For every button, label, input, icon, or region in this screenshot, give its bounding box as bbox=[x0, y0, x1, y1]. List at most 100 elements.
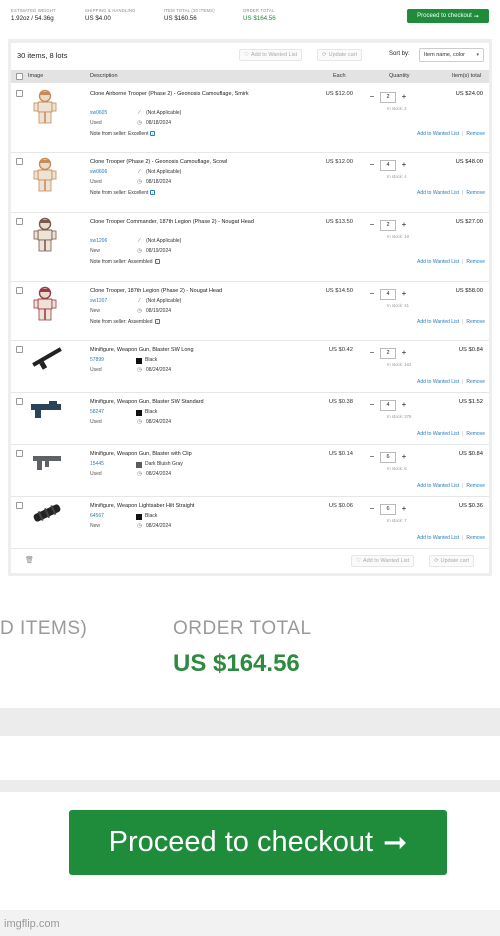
quantity-input[interactable]: 4 bbox=[380, 288, 396, 300]
update-cart-button[interactable]: ⟳ Update cart bbox=[317, 49, 363, 61]
item-meta: sw1206 New bbox=[90, 237, 107, 256]
item-image[interactable] bbox=[31, 157, 59, 193]
add-to-wanted-list-link[interactable]: Add to Wanted List bbox=[417, 379, 459, 385]
remove-link[interactable]: Remove bbox=[466, 431, 485, 437]
plus-icon[interactable]: + bbox=[400, 161, 408, 169]
item-image[interactable] bbox=[29, 499, 65, 527]
part-number-link[interactable]: sw1206 bbox=[90, 237, 107, 247]
row-checkbox[interactable] bbox=[16, 218, 23, 225]
row-checkbox[interactable] bbox=[16, 158, 23, 165]
part-number-link[interactable]: 64567 bbox=[90, 512, 104, 522]
info-icon[interactable]: i bbox=[154, 259, 160, 265]
quantity-input[interactable]: 4 bbox=[380, 399, 396, 411]
info-icon[interactable]: i bbox=[150, 190, 156, 196]
pencil-icon: ⁄ bbox=[139, 238, 140, 244]
item-image[interactable] bbox=[31, 286, 59, 322]
add-to-wanted-list-link[interactable]: Add to Wanted List bbox=[417, 259, 459, 265]
row-checkbox[interactable] bbox=[16, 287, 23, 294]
cart-row: Clone Trooper Commander, 187th Legion (P… bbox=[11, 213, 489, 282]
item-date: 08/24/2024 bbox=[146, 470, 172, 477]
sort-select[interactable]: Item name, color ▾ bbox=[419, 48, 484, 62]
proceed-to-checkout-button[interactable]: Proceed to checkout ➞ bbox=[407, 9, 489, 23]
part-number-link[interactable]: 15445 bbox=[90, 460, 104, 470]
select-all-checkbox[interactable] bbox=[16, 73, 23, 80]
row-checkbox[interactable] bbox=[16, 398, 23, 405]
color-line: Black bbox=[136, 356, 171, 366]
column-quantity: Quantity bbox=[389, 73, 410, 79]
add-to-wanted-list-link[interactable]: Add to Wanted List bbox=[417, 190, 459, 196]
stock-count: In stock: 19 bbox=[387, 234, 409, 239]
quantity-input[interactable]: 2 bbox=[380, 91, 396, 103]
item-color: Dark Bluish Gray bbox=[145, 461, 183, 467]
row-checkbox[interactable] bbox=[16, 450, 23, 457]
plus-icon[interactable]: + bbox=[400, 505, 408, 513]
plus-icon[interactable]: + bbox=[400, 401, 408, 409]
zoomed-proceed-to-checkout-button[interactable]: Proceed to checkout ➞ bbox=[69, 810, 447, 875]
plus-icon[interactable]: + bbox=[400, 290, 408, 298]
cart-toolbar: 30 items, 8 lots ♡ Add to Wanted List ⟳ … bbox=[11, 43, 489, 67]
color-line: Black bbox=[136, 512, 171, 522]
pencil-icon: ⁄ bbox=[139, 298, 140, 304]
remove-link[interactable]: Remove bbox=[466, 131, 485, 137]
quantity-input[interactable]: 2 bbox=[380, 219, 396, 231]
item-image[interactable] bbox=[29, 447, 65, 475]
minus-icon[interactable]: − bbox=[368, 349, 376, 357]
item-image[interactable] bbox=[31, 217, 59, 253]
part-number-link[interactable]: sw1207 bbox=[90, 297, 107, 307]
color-line: ⁄ (Not Applicable) bbox=[136, 168, 181, 178]
remove-link[interactable]: Remove bbox=[466, 379, 485, 385]
item-name: Minifigure, Weapon Gun, Blaster SW Stand… bbox=[90, 399, 204, 405]
quantity-stepper: − 2 + bbox=[368, 91, 408, 103]
minus-icon[interactable]: − bbox=[368, 401, 376, 409]
minus-icon[interactable]: − bbox=[368, 93, 376, 101]
item-name: Minifigure, Weapon Gun, Blaster SW Long bbox=[90, 347, 194, 353]
quantity-input[interactable]: 6 bbox=[380, 503, 396, 515]
add-to-wanted-list-button[interactable]: ♡ Add to Wanted List bbox=[239, 49, 303, 61]
minus-icon[interactable]: − bbox=[368, 505, 376, 513]
plus-icon[interactable]: + bbox=[400, 221, 408, 229]
plus-icon[interactable]: + bbox=[400, 93, 408, 101]
part-number-link[interactable]: sw0605 bbox=[90, 109, 107, 119]
item-image[interactable] bbox=[29, 395, 65, 423]
add-to-wanted-list-link[interactable]: Add to Wanted List bbox=[417, 131, 459, 137]
item-date: 08/19/2024 bbox=[146, 307, 172, 314]
info-icon[interactable]: i bbox=[150, 131, 156, 137]
remove-link[interactable]: Remove bbox=[466, 483, 485, 489]
quantity-input[interactable]: 6 bbox=[380, 451, 396, 463]
row-checkbox[interactable] bbox=[16, 346, 23, 353]
item-image[interactable] bbox=[29, 343, 65, 371]
part-number-link[interactable]: 58247 bbox=[90, 408, 104, 418]
minus-icon[interactable]: − bbox=[368, 161, 376, 169]
minus-icon[interactable]: − bbox=[368, 453, 376, 461]
trash-icon[interactable]: 🗑 bbox=[25, 556, 34, 564]
minus-icon[interactable]: − bbox=[368, 290, 376, 298]
remove-link[interactable]: Remove bbox=[466, 535, 485, 541]
part-number-link[interactable]: sw0606 bbox=[90, 168, 107, 178]
row-checkbox[interactable] bbox=[16, 90, 23, 97]
add-to-wanted-list-link[interactable]: Add to Wanted List bbox=[417, 319, 459, 325]
quantity-input[interactable]: 2 bbox=[380, 347, 396, 359]
clock-icon: ◷ bbox=[137, 307, 142, 314]
minus-icon[interactable]: − bbox=[368, 221, 376, 229]
plus-icon[interactable]: + bbox=[400, 349, 408, 357]
separator: | bbox=[462, 535, 464, 541]
row-checkbox[interactable] bbox=[16, 502, 23, 509]
remove-link[interactable]: Remove bbox=[466, 259, 485, 265]
item-meta: 57899 Used bbox=[90, 356, 104, 375]
remove-link[interactable]: Remove bbox=[466, 319, 485, 325]
info-icon[interactable]: i bbox=[154, 319, 160, 325]
order-total-summary: ORDER TOTAL US $164.56 bbox=[243, 8, 276, 22]
remove-link[interactable]: Remove bbox=[466, 190, 485, 196]
part-number-link[interactable]: 57899 bbox=[90, 356, 104, 366]
footer-add-to-wanted-list-button[interactable]: ♡ Add to Wanted List bbox=[351, 555, 415, 567]
date-line: ◷ 08/18/2024 bbox=[136, 119, 181, 129]
item-image[interactable] bbox=[31, 89, 59, 125]
date-line: ◷ 08/24/2024 bbox=[136, 522, 171, 532]
zoomed-summary: D ITEMS) ORDER TOTAL US $164.56 bbox=[0, 590, 500, 708]
add-to-wanted-list-link[interactable]: Add to Wanted List bbox=[417, 483, 459, 489]
footer-update-cart-button[interactable]: ⟳ Update cart bbox=[429, 555, 475, 567]
add-to-wanted-list-link[interactable]: Add to Wanted List bbox=[417, 535, 459, 541]
quantity-input[interactable]: 4 bbox=[380, 159, 396, 171]
add-to-wanted-list-link[interactable]: Add to Wanted List bbox=[417, 431, 459, 437]
plus-icon[interactable]: + bbox=[400, 453, 408, 461]
